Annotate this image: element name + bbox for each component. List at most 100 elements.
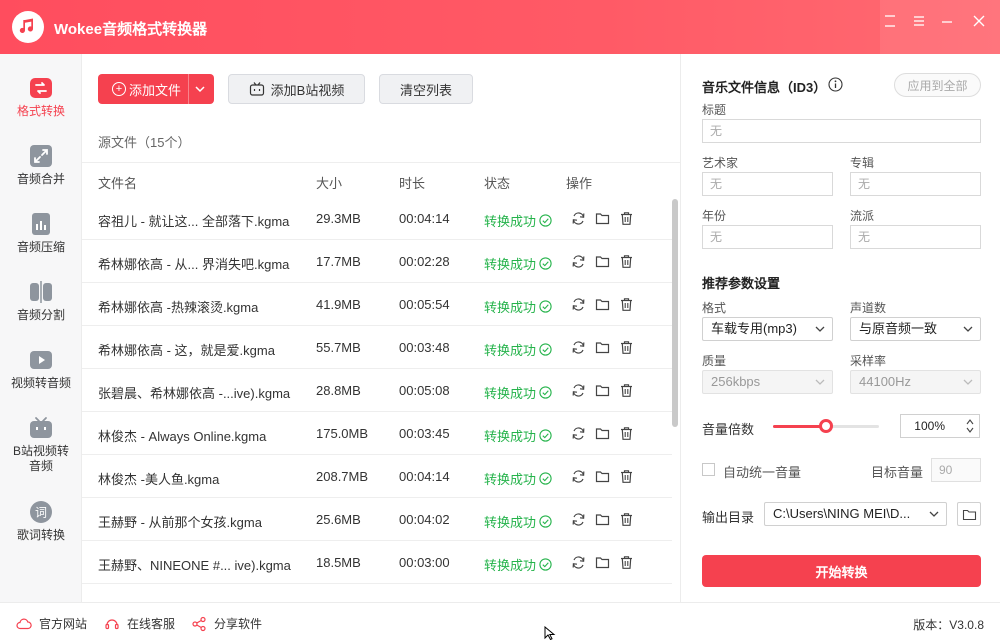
table-row[interactable]: 希林娜依高 - 这，就是爱.kgma 55.7MB 00:03:48 转换成功 xyxy=(82,326,672,369)
button-divider xyxy=(188,74,189,104)
reconvert-icon[interactable] xyxy=(570,425,586,441)
genre-field[interactable]: 无 xyxy=(850,225,981,249)
channels-value: 与原音频一致 xyxy=(859,321,938,336)
folder-icon[interactable] xyxy=(594,554,610,570)
file-name: 希林娜依高 - 从... 界消失吧.kgma xyxy=(98,257,290,272)
svg-text:词: 词 xyxy=(35,506,47,520)
column-header-status: 状态 xyxy=(484,176,511,191)
online-support-link[interactable]: 在线客服 xyxy=(104,615,175,632)
check-circle-icon xyxy=(539,429,552,442)
close-icon[interactable] xyxy=(968,10,990,32)
sidebar-item-label: 音频压缩 xyxy=(16,240,65,254)
delete-icon[interactable] xyxy=(618,554,634,570)
chevron-down-icon xyxy=(815,379,825,385)
table-row[interactable]: 张碧晨、希林娜依高 -...ive).kgma 28.8MB 00:05:08 转换成… xyxy=(82,369,672,412)
auto-volume-checkbox[interactable] xyxy=(702,463,715,476)
folder-icon[interactable] xyxy=(594,468,610,484)
year-field[interactable]: 无 xyxy=(702,225,833,249)
reconvert-icon[interactable] xyxy=(570,210,586,226)
scrollbar[interactable] xyxy=(672,199,678,427)
status-badge: 转换成功 xyxy=(484,297,552,316)
table-row[interactable]: 王赫野、NINEONE #... ive).kgma 18.5MB 00:03:00… xyxy=(82,541,672,584)
file-size: 29.3MB xyxy=(316,211,361,226)
folder-icon[interactable] xyxy=(594,296,610,312)
bilibili-icon xyxy=(29,416,53,440)
headset-icon xyxy=(105,618,119,629)
table-row[interactable]: 希林娜依高 - 从... 界消失吧.kgma 17.7MB 00:02:28 转换成功 xyxy=(82,240,672,283)
volume-slider-handle[interactable] xyxy=(819,419,833,433)
volume-spinbox[interactable]: 100% xyxy=(900,414,980,438)
reconvert-icon[interactable] xyxy=(570,339,586,355)
target-volume-input[interactable]: 90 xyxy=(931,458,981,482)
bilibili-tv-icon xyxy=(249,82,264,96)
sidebar-item-label: 音频分割 xyxy=(16,308,65,322)
file-size: 18.5MB xyxy=(316,555,361,570)
sidebar-item-audio-compress[interactable]: 音频压缩 xyxy=(0,202,82,268)
folder-icon[interactable] xyxy=(594,210,610,226)
add-file-button[interactable]: + 添加文件 xyxy=(98,74,214,104)
sidebar-item-bilibili[interactable]: B站视频转音频 xyxy=(0,406,82,486)
table-row[interactable]: 林俊杰 -美人鱼.kgma 208.7MB 00:04:14 转换成功 xyxy=(82,455,672,498)
official-website-link[interactable]: 官方网站 xyxy=(16,615,87,632)
sidebar-item-video-to-audio[interactable]: 视频转音频 xyxy=(0,338,82,404)
add-bilibili-label: 添加B站视频 xyxy=(270,82,345,98)
sidebar-item-lyrics[interactable]: 词 歌词转换 xyxy=(0,490,82,556)
delete-icon[interactable] xyxy=(618,468,634,484)
table-row[interactable]: 林俊杰 - Always Online.kgma 175.0MB 00:03:45 转… xyxy=(82,412,672,455)
reconvert-icon[interactable] xyxy=(570,382,586,398)
status-text: 转换成功 xyxy=(484,515,537,530)
sidebar-item-format-convert[interactable]: 格式转换 xyxy=(0,66,82,132)
samplerate-select[interactable]: 44100Hz xyxy=(850,370,981,394)
row-actions xyxy=(570,296,642,312)
clear-list-button[interactable]: 清空列表 xyxy=(379,74,473,104)
folder-icon[interactable] xyxy=(594,339,610,355)
album-field[interactable]: 无 xyxy=(850,172,981,196)
quality-select[interactable]: 256kbps xyxy=(702,370,833,394)
reconvert-icon[interactable] xyxy=(570,296,586,312)
table-row[interactable]: 希林娜依高 -热辣滚烫.kgma 41.9MB 00:05:54 转换成功 xyxy=(82,283,672,326)
sidebar-item-audio-split[interactable]: 音频分割 xyxy=(0,270,82,336)
delete-icon[interactable] xyxy=(618,511,634,527)
delete-icon[interactable] xyxy=(618,425,634,441)
delete-icon[interactable] xyxy=(618,296,634,312)
apply-to-all-button[interactable]: 应用到全部 xyxy=(894,73,981,97)
maximize-icon[interactable] xyxy=(939,10,961,32)
file-duration: 00:03:00 xyxy=(399,555,450,570)
menu-icon[interactable] xyxy=(908,10,930,32)
output-dir-select[interactable]: C:\Users\NING MEI\D... xyxy=(764,502,947,526)
format-select[interactable]: 车载专用(mp3) xyxy=(702,317,833,341)
format-convert-icon xyxy=(29,76,53,100)
reconvert-icon[interactable] xyxy=(570,253,586,269)
reconvert-icon[interactable] xyxy=(570,554,586,570)
status-text: 转换成功 xyxy=(484,472,537,487)
browse-folder-button[interactable] xyxy=(957,502,981,526)
reconvert-icon[interactable] xyxy=(570,468,586,484)
artist-field[interactable]: 无 xyxy=(702,172,833,196)
sidebar-item-audio-merge[interactable]: 音频合并 xyxy=(0,134,82,200)
folder-icon[interactable] xyxy=(594,511,610,527)
chevron-down-icon xyxy=(815,326,825,332)
channels-select[interactable]: 与原音频一致 xyxy=(850,317,981,341)
table-row[interactable]: 王赫野 - 从前那个女孩.kgma 25.6MB 00:04:02 转换成功 xyxy=(82,498,672,541)
delete-icon[interactable] xyxy=(618,210,634,226)
add-bilibili-button[interactable]: 添加B站视频 xyxy=(228,74,365,104)
volume-slider[interactable] xyxy=(773,419,879,433)
delete-icon[interactable] xyxy=(618,253,634,269)
title-field[interactable]: 无 xyxy=(702,119,981,143)
folder-icon[interactable] xyxy=(594,425,610,441)
chevron-down-icon[interactable] xyxy=(194,83,206,95)
status-badge: 转换成功 xyxy=(484,211,552,230)
skin-icon[interactable] xyxy=(879,10,901,32)
delete-icon[interactable] xyxy=(618,339,634,355)
reconvert-icon[interactable] xyxy=(570,511,586,527)
share-software-link[interactable]: 分享软件 xyxy=(191,615,262,632)
start-convert-button[interactable]: 开始转换 xyxy=(702,555,981,587)
delete-icon[interactable] xyxy=(618,382,634,398)
folder-icon[interactable] xyxy=(594,253,610,269)
output-dir-value: C:\Users\NING MEI\D... xyxy=(773,506,911,521)
info-icon[interactable] xyxy=(828,77,843,92)
folder-icon[interactable] xyxy=(594,382,610,398)
table-row[interactable]: 容祖儿 - 就让这... 全部落下.kgma 29.3MB 00:04:14 转换成功 xyxy=(82,197,672,240)
chevron-down-icon xyxy=(929,511,939,517)
spin-arrows-icon[interactable] xyxy=(965,417,975,435)
